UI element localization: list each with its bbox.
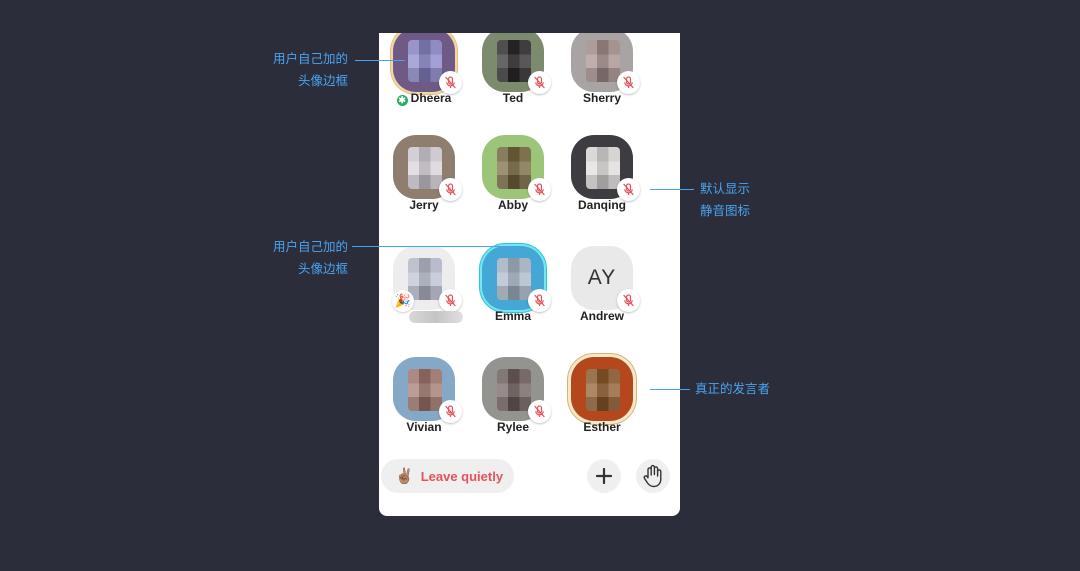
blurred-name bbox=[409, 311, 463, 323]
avatar-wrapper bbox=[482, 33, 551, 94]
participant-name-text: Danqing bbox=[578, 198, 626, 212]
participant-tile[interactable]: AY Andrew bbox=[557, 246, 647, 358]
avatar-wrapper: AY bbox=[571, 246, 640, 312]
avatar-wrapper bbox=[393, 357, 462, 423]
leave-quietly-button[interactable]: ✌🏽 Leave quietly bbox=[381, 459, 514, 493]
avatar-wrapper bbox=[393, 33, 462, 94]
avatar-wrapper bbox=[571, 357, 633, 421]
pixelated-face bbox=[408, 369, 442, 411]
participant-name-text: Esther bbox=[583, 420, 621, 434]
participant-name-text: Sherry bbox=[582, 91, 622, 105]
annotation-line-2: 头像边框 bbox=[297, 73, 348, 88]
pixelated-face bbox=[408, 40, 442, 82]
participant-name-text: Abby bbox=[498, 198, 528, 212]
annotation-line-1: 用户自己加的 bbox=[272, 51, 348, 66]
avatar-wrapper bbox=[482, 246, 551, 312]
participant-name: Emma bbox=[468, 309, 558, 323]
muted-mic-icon bbox=[439, 289, 462, 312]
plus-icon bbox=[595, 467, 613, 485]
annotation-connector bbox=[352, 246, 515, 247]
participant-name: Jerry bbox=[379, 198, 469, 212]
avatar-wrapper bbox=[571, 33, 640, 94]
participant-name: Sherry bbox=[557, 91, 647, 105]
avatar-wrapper bbox=[571, 135, 640, 201]
annotation-line-1: 用户自己加的 bbox=[272, 239, 348, 254]
avatar-with-custom-frame[interactable] bbox=[571, 357, 633, 421]
pixelated-face bbox=[497, 258, 531, 300]
annotation-line-1: 真正的发言者 bbox=[695, 381, 771, 396]
participant-name: Ted bbox=[468, 91, 558, 105]
annotation-real-speaker: 真正的发言者 bbox=[695, 378, 770, 400]
participant-tile[interactable]: Vivian bbox=[379, 357, 469, 469]
moderator-badge-icon: ✱ bbox=[396, 95, 408, 106]
pixelated-face bbox=[586, 147, 620, 189]
annotation-line-2: 头像边框 bbox=[297, 261, 348, 276]
participant-tile[interactable]: ✱ Dheera bbox=[379, 33, 469, 140]
party-emoji-badge: 🎉 bbox=[392, 290, 414, 312]
participant-tile[interactable]: Esther bbox=[557, 357, 647, 469]
participant-tile[interactable]: Emma bbox=[468, 246, 558, 358]
annotation-custom-frame-middle: 用户自己加的 头像边框 bbox=[262, 236, 348, 280]
annotation-default-mute: 默认显示 静音图标 bbox=[700, 178, 750, 222]
participant-name: Andrew bbox=[557, 309, 647, 323]
participant-name-text: Andrew bbox=[579, 309, 624, 323]
participant-tile[interactable]: Ted bbox=[468, 33, 558, 140]
pixelated-face bbox=[408, 258, 442, 300]
avatar-wrapper bbox=[482, 135, 551, 201]
avatar-wrapper bbox=[482, 357, 551, 423]
participant-name-text: Vivian bbox=[406, 420, 442, 434]
participant-tile[interactable]: Jerry bbox=[379, 135, 469, 247]
annotation-custom-frame-top: 用户自己加的 头像边框 bbox=[262, 48, 348, 92]
participant-name-text: Emma bbox=[494, 309, 532, 323]
participant-name: Esther bbox=[557, 420, 647, 434]
annotation-line-2: 静音图标 bbox=[700, 203, 751, 218]
pixelated-face bbox=[497, 369, 531, 411]
pixelated-face bbox=[497, 40, 531, 82]
leave-quietly-label: Leave quietly bbox=[420, 468, 504, 484]
participant-name: ✱ Dheera bbox=[379, 91, 469, 106]
peace-hand-icon: ✌🏽 bbox=[395, 467, 414, 485]
participant-name-text: Ted bbox=[502, 91, 524, 105]
raise-hand-icon bbox=[643, 464, 662, 488]
participant-tile[interactable]: 🎉 bbox=[379, 246, 469, 358]
annotation-connector bbox=[355, 60, 405, 61]
annotation-connector bbox=[650, 189, 694, 190]
pixelated-face bbox=[586, 40, 620, 82]
avatar-wrapper: 🎉 bbox=[392, 246, 462, 312]
participant-name: Danqing bbox=[557, 198, 647, 212]
participant-name-text: Jerry bbox=[409, 198, 439, 212]
pixelated-face bbox=[497, 147, 531, 189]
annotation-connector bbox=[650, 389, 690, 390]
participant-name: Rylee bbox=[468, 420, 558, 434]
annotation-line-1: 默认显示 bbox=[700, 181, 751, 196]
participant-tile[interactable]: Rylee bbox=[468, 357, 558, 469]
participant-name: Abby bbox=[468, 198, 558, 212]
raise-hand-button[interactable] bbox=[636, 459, 670, 493]
add-button[interactable] bbox=[587, 459, 621, 493]
participant-name-text: Dheera bbox=[410, 91, 452, 105]
participant-name-text: Rylee bbox=[496, 420, 530, 434]
participant-tile[interactable]: Danqing bbox=[557, 135, 647, 247]
pixelated-face bbox=[586, 369, 620, 411]
room-panel: ✱ Dheera Ted Sherry Jerry Abby Danqing 🎉 Emma AY A… bbox=[379, 33, 680, 516]
participant-tile[interactable]: Abby bbox=[468, 135, 558, 247]
participant-tile[interactable]: Sherry bbox=[557, 33, 647, 140]
participant-name: Vivian bbox=[379, 420, 469, 434]
pixelated-face bbox=[408, 147, 442, 189]
avatar-wrapper bbox=[393, 135, 462, 201]
